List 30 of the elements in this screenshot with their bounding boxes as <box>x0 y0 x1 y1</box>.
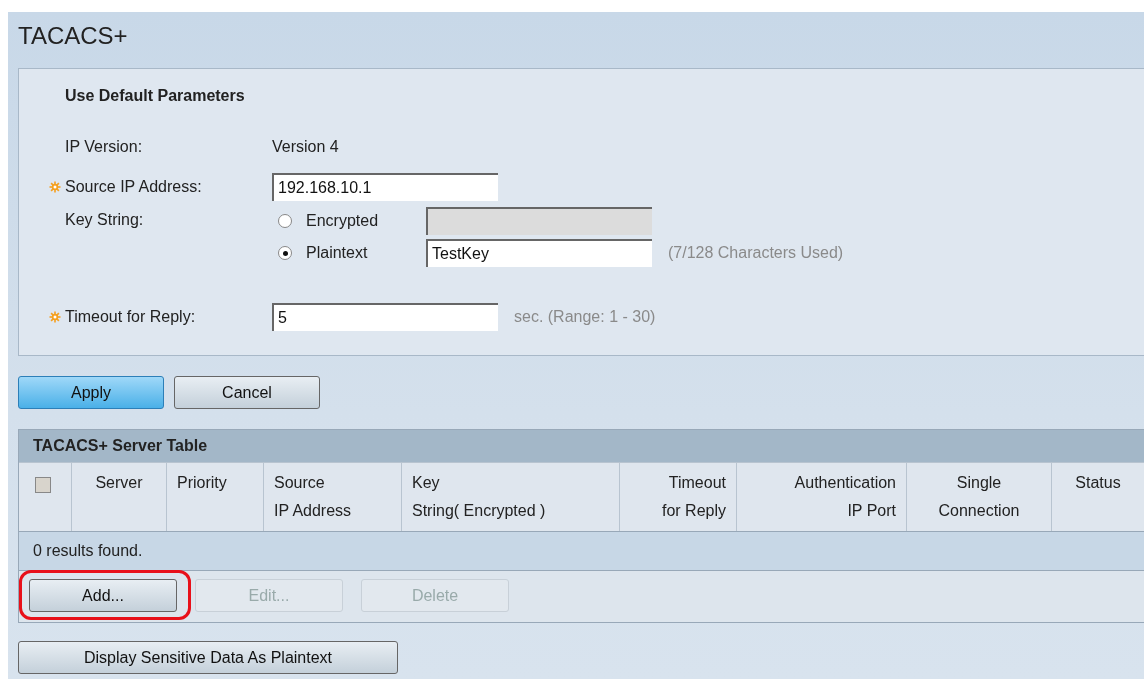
column-header: Server <box>71 463 166 531</box>
select-all-checkbox[interactable] <box>35 477 51 493</box>
input-field[interactable]: TestKey <box>426 239 652 267</box>
column-header: Single Connection <box>906 463 1051 531</box>
column-header: Source IP Address <box>263 463 401 531</box>
empty-message: 0 results found. <box>33 542 143 560</box>
cancel-button[interactable]: Cancel <box>174 376 320 409</box>
input-field[interactable]: 5 <box>272 303 498 331</box>
column-header: Priority <box>166 463 263 531</box>
apply-button[interactable]: Apply <box>18 376 164 409</box>
field-label: Key String: <box>65 211 145 229</box>
section-heading: Use Default Parameters <box>65 87 246 106</box>
field-label: IP Version: <box>65 138 144 156</box>
column-header: Timeout for Reply <box>619 463 736 531</box>
field-value: Version 4 <box>272 138 339 156</box>
radio-label: Plaintext <box>306 244 369 262</box>
column-header: Status <box>1051 463 1144 531</box>
add-button[interactable]: Add... <box>29 579 177 612</box>
page-title: TACACS+ <box>18 21 129 51</box>
column-header: Authentication IP Port <box>736 463 906 531</box>
radio-label: Encrypted <box>306 212 380 230</box>
radio-button[interactable] <box>278 246 292 260</box>
field-label: Source IP Address: <box>65 178 203 196</box>
column-header: Key String( Encrypted ) <box>401 463 619 531</box>
display-plaintext-button[interactable]: Display Sensitive Data As Plaintext <box>18 641 398 674</box>
field-label: Timeout for Reply: <box>65 308 197 326</box>
hint-text: (7/128 Characters Used) <box>668 244 844 262</box>
input-field[interactable]: 192.168.10.1 <box>272 173 498 201</box>
table-title: TACACS+ Server Table <box>19 430 1144 462</box>
hint-text: sec. (Range: 1 - 30) <box>514 308 656 326</box>
